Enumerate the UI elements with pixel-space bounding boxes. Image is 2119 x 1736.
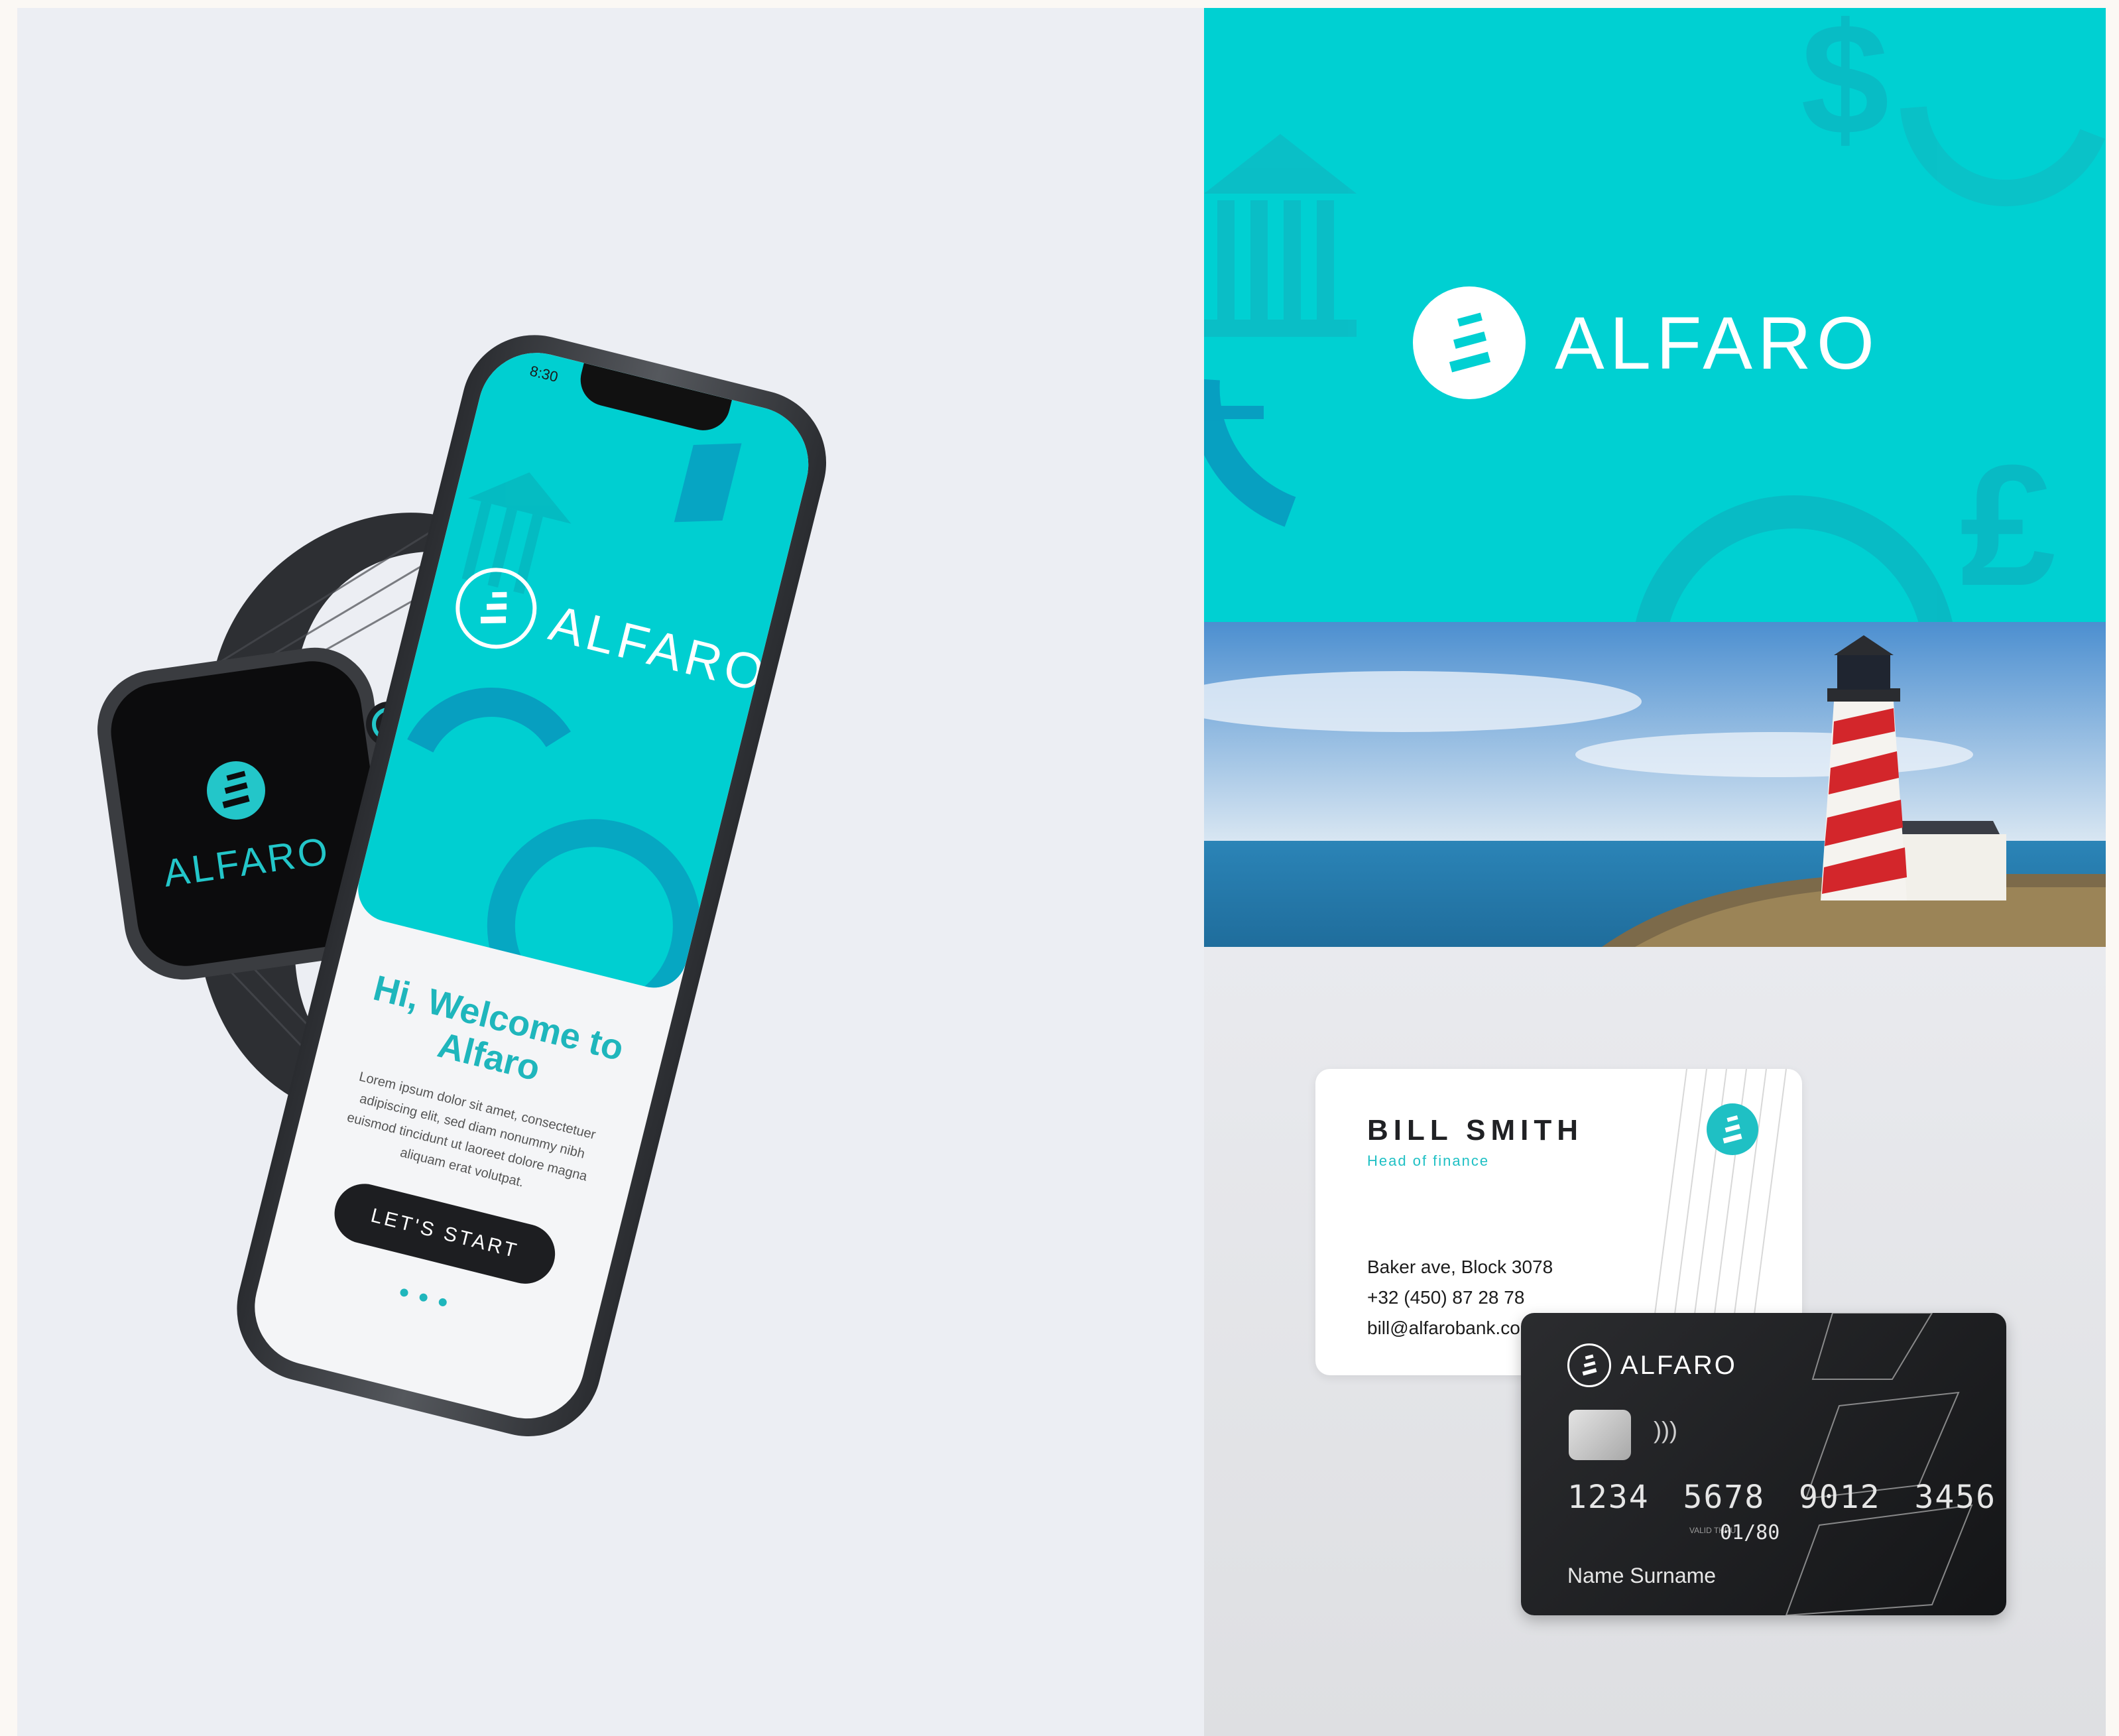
lighthouse-photo [1204, 622, 2106, 947]
chip-icon [1569, 1410, 1631, 1460]
card-job-title: Head of finance [1367, 1152, 1490, 1169]
lighthouse-logo-icon [1413, 286, 1526, 399]
bank-icon [1204, 134, 1357, 337]
euro-icon [1204, 379, 1296, 527]
page-indicator [399, 1288, 448, 1308]
card-phone: +32 (450) 87 28 78 [1367, 1287, 1525, 1308]
card-expiry: 01/80 [1720, 1521, 1780, 1544]
stationery-panel: BILL SMITH Head of finance Baker ave, Bl… [1204, 947, 2106, 1736]
dollar-icon [674, 443, 742, 523]
banner-logo: ALFARO [1413, 286, 1880, 399]
euro-icon [407, 688, 571, 753]
credit-card: ALFARO ))) 1234 5678 9012 3456 VALID THR… [1521, 1313, 2006, 1615]
page-dot[interactable] [399, 1288, 409, 1298]
lighthouse-logo-icon [1567, 1343, 1611, 1387]
credit-card-brand: ALFARO [1620, 1350, 1737, 1380]
card-number: 1234 5678 9012 3456 [1567, 1479, 1997, 1516]
brand-banner: $ £ ALFARO [1204, 8, 2106, 622]
svg-text:$: $ [1801, 8, 1889, 168]
pound-icon [487, 819, 701, 995]
lighthouse-scene [1204, 622, 2106, 947]
lighthouse-logo-icon [1707, 1103, 1758, 1155]
pound-icon: £ [1636, 430, 2056, 622]
card-holder: Name Surname [1567, 1564, 1717, 1587]
banner-brand-name: ALFARO [1555, 301, 1880, 385]
mockup-panel: ALFARO 8:30 ALFARO Hi, Welcome to Alfaro… [17, 8, 1204, 1736]
svg-text:£: £ [1960, 430, 2056, 622]
page-dot[interactable] [438, 1297, 448, 1308]
page-dot[interactable] [418, 1292, 428, 1302]
credit-card-logo: ALFARO [1567, 1343, 1737, 1387]
dollar-icon: $ [1801, 8, 2105, 207]
contactless-icon: ))) [1654, 1416, 1677, 1444]
card-address: Baker ave, Block 3078 [1367, 1257, 1553, 1277]
phone-hero: 8:30 ALFARO [351, 340, 821, 995]
card-holder-name: BILL SMITH [1367, 1114, 1584, 1147]
